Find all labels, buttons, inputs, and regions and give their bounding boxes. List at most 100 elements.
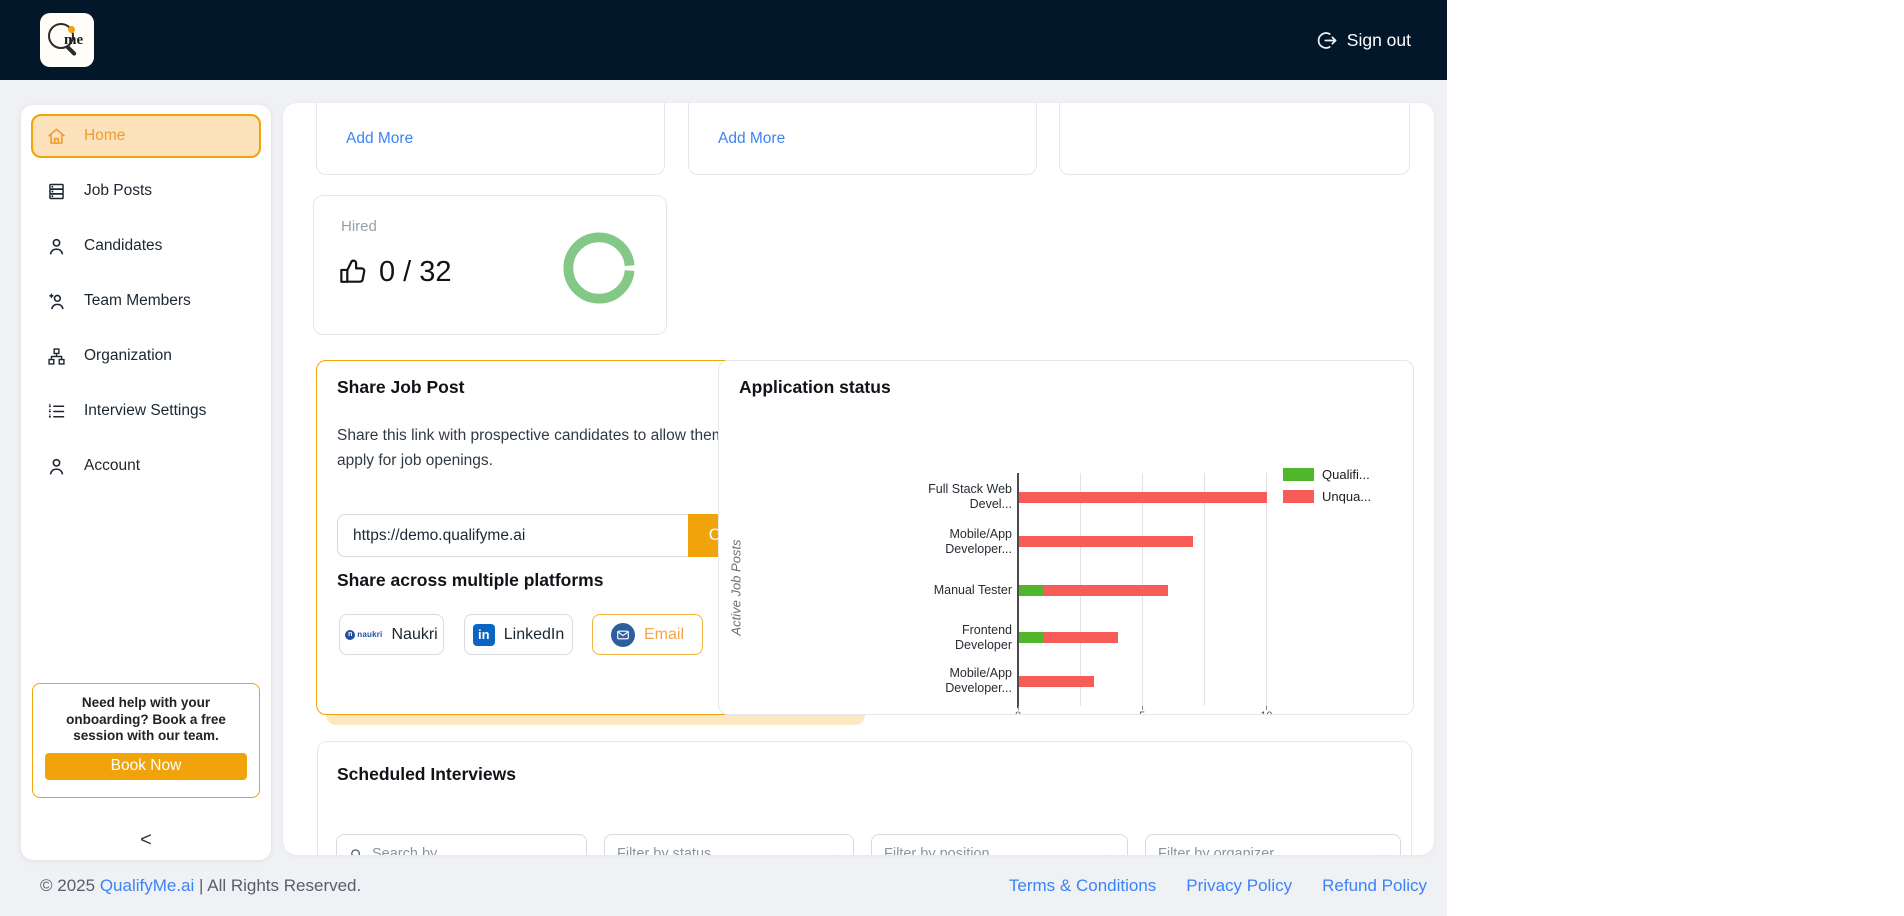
footer: © 2025 QualifyMe.ai | All Rights Reserve… <box>0 855 1447 916</box>
scheduled-interviews-title: Scheduled Interviews <box>337 764 516 784</box>
filter-position-select[interactable]: Filter by position ⌄ <box>871 834 1128 855</box>
platform-label: LinkedIn <box>503 625 565 643</box>
sidebar-item-label: Account <box>84 457 141 474</box>
filter-placeholder: Filter by position <box>884 846 990 855</box>
sidebar: Home Job Posts Candidates Team Members O… <box>21 105 271 860</box>
stat-card-3 <box>1059 103 1410 175</box>
sidebar-item-candidates[interactable]: Candidates <box>31 224 261 268</box>
platform-label: Naukri <box>391 625 438 643</box>
stat-card-2: Add More <box>688 103 1037 175</box>
chart-bar-segment <box>1043 632 1119 643</box>
chart-bar-segment <box>1019 584 1044 596</box>
scheduled-interviews-card: Scheduled Interviews Search by... Filter… <box>317 741 1412 855</box>
email-icon <box>610 622 635 647</box>
qualifyme-logo[interactable]: me <box>40 13 94 67</box>
chart-legend-item: Qualifi... <box>1283 467 1370 482</box>
thumbs-up-icon <box>340 259 366 283</box>
sidebar-item-job-posts[interactable]: Job Posts <box>31 169 261 213</box>
filter-status-select[interactable]: Filter by status ⌄ <box>604 834 854 855</box>
sidebar-item-interview-settings[interactable]: Interview Settings <box>31 389 261 433</box>
chart-category-label: Mobile/App Developer... <box>945 666 1012 695</box>
org-chart-icon <box>48 347 65 365</box>
sidebar-item-account[interactable]: Account <box>31 444 261 488</box>
chevron-down-icon: ⌄ <box>830 846 841 855</box>
legend-swatch <box>1283 490 1314 503</box>
application-status-chart: Full Stack Web Devel... Mobile/App Develope… <box>719 361 1413 714</box>
chart-y-axis-title: Active Job Posts <box>728 539 744 636</box>
hired-card: Hired 0 / 32 <box>313 195 667 335</box>
book-now-button[interactable]: Book Now <box>45 752 247 780</box>
sidebar-nav: Home Job Posts Candidates Team Members O… <box>21 105 271 488</box>
naukri-icon: n naukri <box>345 629 382 640</box>
team-icon <box>49 293 64 309</box>
legend-label: Unqua... <box>1322 489 1372 504</box>
sidebar-item-label: Interview Settings <box>84 402 207 419</box>
logout-icon <box>1317 31 1337 49</box>
share-platforms-subtitle: Share across multiple platforms <box>337 570 604 590</box>
sidebar-item-home[interactable]: Home <box>31 114 261 158</box>
footer-links: Terms & Conditions Privacy Policy Refund… <box>1009 876 1427 896</box>
sidebar-item-label: Organization <box>84 347 172 364</box>
sign-out-label: Sign out <box>1346 29 1411 50</box>
hired-count: 0 / 32 <box>379 256 452 288</box>
sidebar-item-label: Home <box>84 127 126 144</box>
logo-me-text: me <box>64 32 84 48</box>
chart-category-label: Manual Tester <box>933 582 1012 597</box>
sidebar-item-team-members[interactable]: Team Members <box>31 279 261 323</box>
sidebar-item-label: Job Posts <box>84 182 153 199</box>
chart-bar-segment <box>1019 491 1268 503</box>
refund-link[interactable]: Refund Policy <box>1322 876 1427 896</box>
add-more-link[interactable]: Add More <box>718 130 785 147</box>
brand-link[interactable]: QualifyMe.ai <box>100 876 194 895</box>
filter-placeholder: Filter by organizer <box>1158 846 1275 855</box>
filter-organizer-select[interactable]: Filter by organizer ⌄ <box>1145 834 1401 855</box>
platform-label: Email <box>643 625 684 643</box>
home-icon <box>48 128 65 144</box>
sidebar-item-organization[interactable]: Organization <box>31 334 261 378</box>
share-link-input[interactable] <box>337 514 688 557</box>
sign-out-button[interactable]: Sign out <box>1317 0 1411 80</box>
privacy-link[interactable]: Privacy Policy <box>1186 876 1292 896</box>
rights-text: | All Rights Reserved. <box>199 875 362 895</box>
chart-bar-segment <box>1019 536 1193 547</box>
search-icon <box>351 848 360 855</box>
hired-donut-chart <box>563 232 635 304</box>
chart-x-tick-label: 5 <box>1134 710 1150 714</box>
filter-placeholder: Filter by status <box>617 846 712 855</box>
chart-bar-segment <box>1043 584 1169 596</box>
copyright-text: © 2025 QualifyMe.ai | All Rights Reserve… <box>40 876 361 896</box>
share-link-group: Copy <box>337 514 768 557</box>
stat-card-1: Add More <box>316 103 665 175</box>
chart-bar-segment <box>1019 632 1044 643</box>
share-naukri-button[interactable]: n naukri Naukri <box>339 614 444 655</box>
hired-label: Hired <box>341 218 377 235</box>
linkedin-icon: in <box>472 623 495 646</box>
chart-gridline <box>1204 473 1206 706</box>
chart-category-label: Mobile/App Developer... <box>945 526 1012 556</box>
terms-link[interactable]: Terms & Conditions <box>1009 876 1156 896</box>
hired-value: 0 / 32 <box>338 256 452 289</box>
chart-category-label: Full Stack Web Devel... <box>928 482 1012 511</box>
share-card-title: Share Job Post <box>337 377 465 397</box>
search-placeholder: Search by... <box>372 846 449 855</box>
add-more-link[interactable]: Add More <box>346 130 413 147</box>
chart-bar-segment <box>1019 675 1094 687</box>
chart-x-tick-label: 10 <box>1258 710 1274 714</box>
legend-swatch <box>1283 468 1314 481</box>
chevron-down-icon: ⌄ <box>1377 846 1388 855</box>
top-navbar: me Sign out <box>0 0 1447 80</box>
chart-gridline <box>1266 473 1268 706</box>
legend-label: Qualifi... <box>1322 467 1370 482</box>
share-email-button[interactable]: Email <box>592 614 703 655</box>
app-window: me Sign out Home Job Posts Candidates Te… <box>0 0 1447 916</box>
copyright-year: © 2025 <box>40 875 96 895</box>
chart-legend-item: Unqua... <box>1283 489 1371 504</box>
chart-category-label: Frontend Developer <box>955 622 1012 652</box>
job-posts-icon <box>49 183 64 199</box>
sidebar-item-label: Team Members <box>84 292 191 309</box>
application-status-card: Application status Full Stack Web Devel..… <box>718 360 1414 715</box>
interview-search-input[interactable]: Search by... <box>336 834 587 855</box>
share-linkedin-button[interactable]: in LinkedIn <box>464 614 573 655</box>
sidebar-collapse-button[interactable]: < <box>21 829 271 852</box>
list-icon <box>48 403 65 418</box>
